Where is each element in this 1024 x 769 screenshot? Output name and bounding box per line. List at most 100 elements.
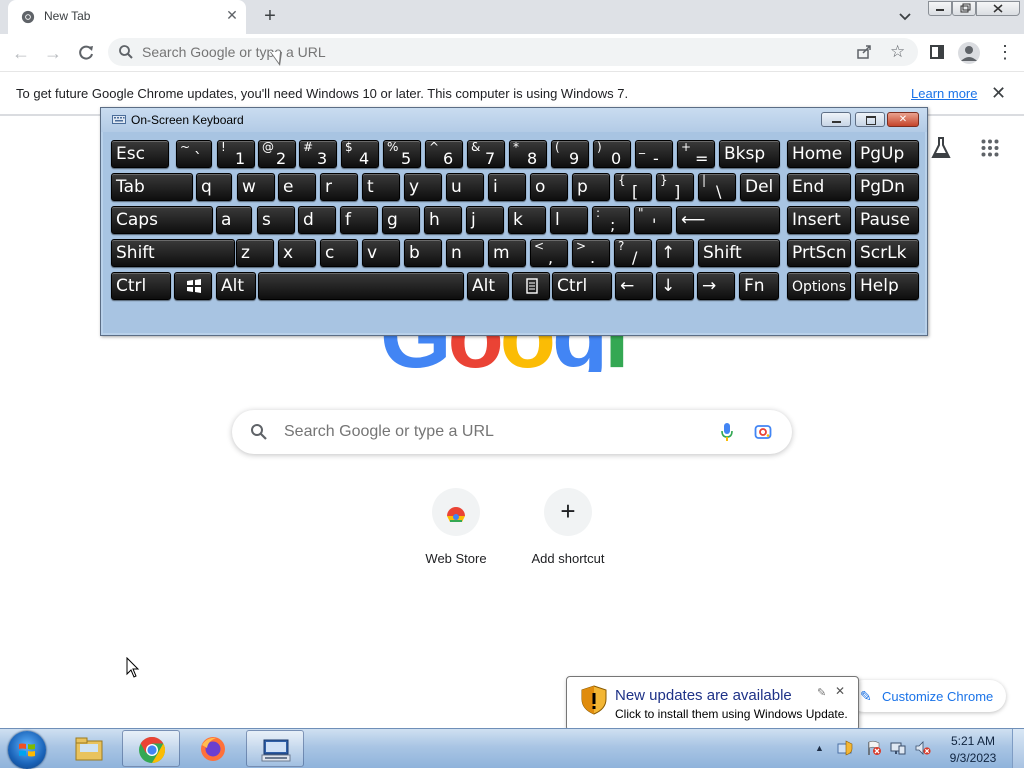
voice-search-mic-icon[interactable]: [720, 422, 734, 442]
key-2[interactable]: @2: [258, 140, 296, 168]
key-ctrl[interactable]: Ctrl: [552, 272, 612, 300]
tab-search-chevron-icon[interactable]: [896, 9, 914, 25]
forward-button[interactable]: →: [42, 42, 64, 64]
key-prtscn[interactable]: PrtScn: [787, 239, 851, 267]
google-lens-camera-icon[interactable]: [754, 423, 772, 441]
side-panel-icon[interactable]: [930, 45, 944, 59]
key-a[interactable]: a: [216, 206, 252, 234]
key-options[interactable]: Options: [787, 272, 851, 300]
taskbar-explorer[interactable]: [60, 730, 118, 767]
key--[interactable]: ←: [615, 272, 653, 300]
clock-date[interactable]: 9/3/2023: [946, 751, 1000, 765]
key-menu-key[interactable]: [512, 272, 550, 300]
key-j[interactable]: j: [466, 206, 504, 234]
key-shift[interactable]: Shift: [698, 239, 780, 267]
google-apps-icon[interactable]: [981, 139, 999, 157]
add-shortcut-button[interactable]: + Add shortcut: [512, 488, 624, 578]
key-3[interactable]: #3: [299, 140, 337, 168]
key-esc[interactable]: Esc: [111, 140, 169, 168]
chrome-labs-flask-icon[interactable]: [930, 136, 952, 160]
osk-maximize-button[interactable]: [855, 112, 885, 127]
key-\[interactable]: | \: [698, 173, 736, 201]
bookmark-star-icon[interactable]: ☆: [890, 42, 905, 62]
key-x[interactable]: x: [278, 239, 316, 267]
taskbar-chrome[interactable]: [122, 730, 180, 767]
key--[interactable]: →: [697, 272, 735, 300]
show-hidden-icons-arrow-icon[interactable]: ▲: [815, 743, 824, 753]
key-caps[interactable]: Caps: [111, 206, 213, 234]
new-tab-button[interactable]: +: [260, 6, 280, 26]
key-p[interactable]: p: [572, 173, 610, 201]
start-button[interactable]: [8, 731, 46, 769]
key-'[interactable]: " ': [634, 206, 672, 234]
address-bar[interactable]: ☆: [108, 38, 918, 66]
notification-close-icon[interactable]: ✕: [835, 684, 845, 698]
key-;[interactable]: :;: [592, 206, 630, 234]
key-t[interactable]: t: [362, 173, 400, 201]
key-tab[interactable]: Tab: [111, 173, 193, 201]
notification-options-icon[interactable]: ✎: [817, 686, 829, 699]
key-n[interactable]: n: [446, 239, 484, 267]
learn-more-link[interactable]: Learn more: [911, 86, 977, 101]
key-z[interactable]: z: [236, 239, 274, 267]
window-restore-button[interactable]: [952, 1, 976, 16]
chrome-menu-icon[interactable]: ⋮: [996, 43, 1014, 63]
key-k[interactable]: k: [508, 206, 546, 234]
key-r[interactable]: r: [320, 173, 358, 201]
window-close-button[interactable]: [976, 1, 1020, 16]
key-e[interactable]: e: [278, 173, 316, 201]
key-fn[interactable]: Fn: [739, 272, 779, 300]
key-q[interactable]: q: [196, 173, 232, 201]
key-4[interactable]: $4: [341, 140, 379, 168]
key-,[interactable]: <,: [530, 239, 568, 267]
ntp-search-input[interactable]: [284, 423, 684, 441]
key-d[interactable]: d: [298, 206, 336, 234]
key-scrlk[interactable]: ScrLk: [855, 239, 919, 267]
window-minimize-button[interactable]: [928, 1, 952, 16]
show-desktop-button[interactable]: [1012, 729, 1024, 768]
address-input[interactable]: [142, 44, 822, 60]
profile-avatar-icon[interactable]: [958, 42, 980, 64]
key-y[interactable]: y: [404, 173, 442, 201]
key-`[interactable]: ~ `: [176, 140, 212, 168]
key-shift[interactable]: Shift: [111, 239, 235, 267]
key-del[interactable]: Del: [740, 173, 780, 201]
key-w[interactable]: w: [237, 173, 275, 201]
windows-update-tray-icon[interactable]: [837, 740, 853, 756]
key-space[interactable]: [258, 272, 464, 300]
key-o[interactable]: o: [530, 173, 568, 201]
key--[interactable]: ↓: [656, 272, 694, 300]
key-][interactable]: }]: [656, 173, 694, 201]
tab-close-icon[interactable]: ✕: [224, 7, 240, 23]
key-l[interactable]: l: [550, 206, 588, 234]
network-icon[interactable]: [890, 740, 906, 756]
osk-close-button[interactable]: [887, 112, 919, 127]
key-insert[interactable]: Insert: [787, 206, 851, 234]
key-h[interactable]: h: [424, 206, 462, 234]
key-1[interactable]: ! 1: [217, 140, 255, 168]
back-button[interactable]: ←: [10, 42, 32, 64]
key-help[interactable]: Help: [855, 272, 919, 300]
taskbar-firefox[interactable]: [184, 730, 242, 767]
key-/[interactable]: ? /: [614, 239, 652, 267]
ntp-search-box[interactable]: [232, 410, 792, 454]
key-f[interactable]: f: [340, 206, 378, 234]
key--[interactable]: ⟵: [676, 206, 780, 234]
key-.[interactable]: >.: [572, 239, 610, 267]
customize-chrome-button[interactable]: ✎ Customize Chrome: [848, 680, 1006, 712]
key-g[interactable]: g: [382, 206, 420, 234]
key-b[interactable]: b: [404, 239, 442, 267]
key-i[interactable]: i: [488, 173, 526, 201]
key-=[interactable]: + =: [677, 140, 715, 168]
key-0[interactable]: ) 0: [593, 140, 631, 168]
key-alt[interactable]: Alt: [216, 272, 256, 300]
key--[interactable]: _ -: [635, 140, 673, 168]
shortcut-web-store[interactable]: Web Store: [400, 488, 512, 578]
key-v[interactable]: v: [362, 239, 400, 267]
key-m[interactable]: m: [488, 239, 526, 267]
osk-title-bar[interactable]: On-Screen Keyboard: [101, 108, 927, 132]
key-windows-logo[interactable]: [174, 272, 212, 300]
tab-new-tab[interactable]: New Tab ✕: [8, 0, 246, 34]
key-8[interactable]: * 8: [509, 140, 547, 168]
key-9[interactable]: (9: [551, 140, 589, 168]
